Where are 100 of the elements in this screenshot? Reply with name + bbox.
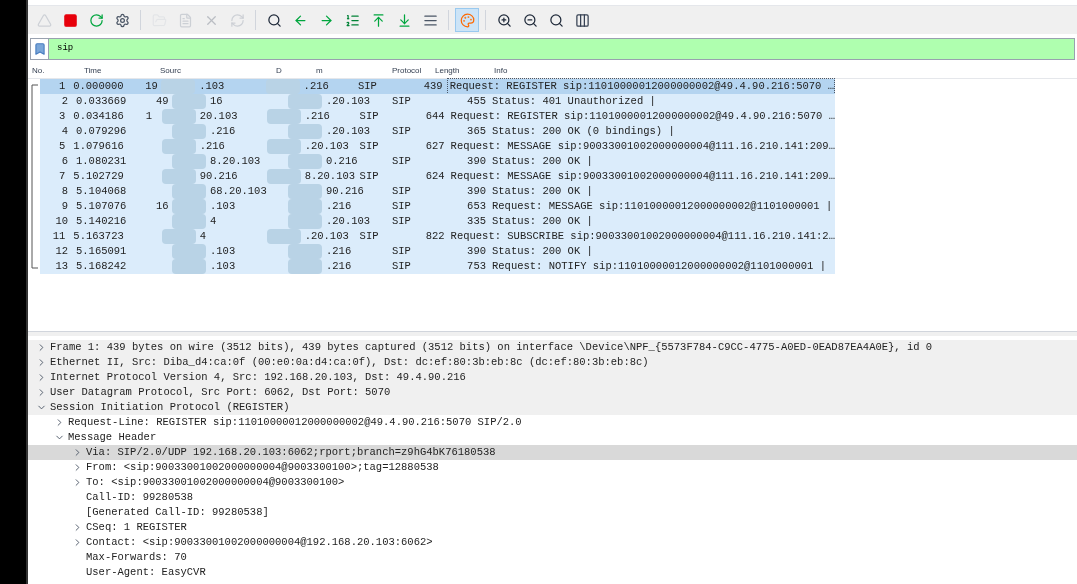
tree-item[interactable]: Session Initiation Protocol (REGISTER)	[28, 400, 1077, 415]
column-header[interactable]: Length	[431, 65, 490, 77]
tree-item-text: Session Initiation Protocol (REGISTER)	[50, 399, 290, 415]
cell-text: 20.103	[198, 108, 238, 124]
cell-text: 13	[54, 258, 69, 274]
cell-text: 4	[209, 213, 217, 229]
cell-text: Request: MESSAGE sip:11010000012000000002@1101000001 |	[491, 198, 833, 214]
tree-item-text: Contact: <sip:90033001002000000004@192.168.20.103:6062>	[86, 534, 433, 550]
packet-row[interactable]: 11 5.163723 4 .20.103 SIP 822 Request: SUBSCRIBE sip:90033001002000000004@111.16.210.141:2…	[40, 229, 835, 244]
cell-text: SIP	[391, 93, 412, 109]
search-icon	[266, 12, 282, 28]
cell-text: 1	[145, 109, 152, 122]
packet-row[interactable]: 9 5.107076 16 .103 .216 SIP 653 Request: MESSAGE sip:11010000012000000002@1101000001 |	[40, 199, 835, 214]
tree-item-text: Max-Forwards: 70	[86, 549, 187, 565]
cell-text: .103	[209, 198, 236, 214]
cell-text: 4	[60, 123, 69, 139]
blur-patch	[266, 229, 301, 244]
cell-text: Status: 200 OK |	[491, 213, 593, 229]
packet-row[interactable]: 3 0.034186 1 20.103 .216 SIP 644 Request: REGISTER sip:11010000012000000002@49.4.90.216:5070 …	[40, 109, 835, 124]
cell-text: 0.079296	[75, 123, 128, 139]
zoom-out-icon	[522, 12, 538, 28]
tree-item[interactable]: Frame 1: 439 bytes on wire (3512 bits), 439 bytes captured (3512 bits) on interface \Device\NPF_{5573F784-C9CC-4775-A0ED-0EAD87EA4A0E}, id 0	[28, 340, 1077, 355]
cell-text: 822	[424, 228, 446, 244]
packet-row[interactable]: 13 5.168242 .103 .216 SIP 753 Request: NOTIFY sip:11010000012000000002@1101000001 |	[40, 259, 835, 274]
column-header[interactable]: Info	[490, 65, 512, 77]
cell-text: Status: 200 OK |	[491, 153, 593, 169]
tree-item[interactable]: Via: SIP/2.0/UDP 192.168.20.103:6062;rport;branch=z9hG4bK76180538	[28, 445, 1077, 460]
blur-patch	[288, 154, 322, 169]
settings-icon	[114, 12, 130, 28]
tree-item[interactable]: CSeq: 1 REGISTER	[28, 520, 1077, 535]
cell-text: SIP	[358, 228, 380, 244]
cell-text: 0.216	[325, 153, 358, 169]
cell-text: 2	[60, 93, 69, 109]
filter-input[interactable]: sip	[49, 42, 1074, 56]
packet-row[interactable]: 4 0.079296 .216 .20.103 SIP 365 Status: 200 OK (0 bindings) |	[40, 124, 835, 139]
packet-row[interactable]: 7 5.102729 90.216 8.20.103 SIP 624 Request: MESSAGE sip:90033001002000000004@111.16.210.141:209…	[40, 169, 835, 184]
tree-item[interactable]: Call-ID: 99280538	[28, 490, 1077, 505]
left-arrow-icon	[292, 12, 308, 28]
cell-text: 455	[466, 93, 487, 109]
tree-item[interactable]: Max-Forwards: 70	[28, 550, 1077, 565]
cell-text: 8.20.103	[303, 168, 356, 184]
cell-text: Status: 401 Unauthorized |	[491, 93, 656, 109]
tree-item[interactable]: Internet Protocol Version 4, Src: 192.168.20.103, Dst: 49.4.90.216	[28, 370, 1077, 385]
column-header[interactable]: D	[272, 65, 312, 77]
column-header[interactable]: m	[312, 65, 327, 77]
tree-item-text: Via: SIP/2.0/UDP 192.168.20.103:6062;rport;branch=z9hG4bK76180538	[86, 444, 496, 460]
packet-row[interactable]: 6 1.080231 8.20.103 0.216 SIP 390 Status: 200 OK |	[40, 154, 835, 169]
cell-text: 390	[466, 183, 487, 199]
cell-text: SIP	[391, 123, 412, 139]
cell-text: 8.20.103	[209, 153, 261, 169]
magnifier-icon	[548, 12, 564, 28]
tree-item[interactable]: Message Header	[28, 430, 1077, 445]
cell-text: 439	[422, 78, 444, 94]
tree-item[interactable]: From: <sip:90033001002000000004@9003300100>;tag=12880538	[28, 460, 1077, 475]
cell-text: SIP	[358, 168, 380, 184]
cell-text: 16	[156, 199, 169, 212]
cell-text: 3	[58, 108, 67, 124]
tree-item-text: Message Header	[68, 429, 157, 445]
cell-text: 11	[51, 228, 67, 244]
cell-text: 5.165091	[75, 243, 128, 259]
blur-patch	[172, 259, 206, 274]
cell-text: .20.103	[325, 93, 371, 109]
cell-text: 10	[54, 213, 69, 229]
column-header[interactable]: Time	[80, 65, 156, 77]
filter-bar[interactable]: sip	[30, 38, 1075, 60]
packet-row[interactable]: 5 1.079616 .216 .20.103 SIP 627 Request: MESSAGE sip:90033001002000000004@111.16.210.141:209…	[40, 139, 835, 154]
tree-item[interactable]: Ethernet II, Src: Diba_d4:ca:0f (00:e0:0a:d4:ca:0f), Dst: dc:ef:80:3b:eb:8c (dc:ef:80:3b:eb:8c)	[28, 355, 1077, 370]
tree-item[interactable]: Contact: <sip:90033001002000000004@192.168.20.103:6062>	[28, 535, 1077, 550]
tree-item[interactable]: To: <sip:90033001002000000004@9003300100>	[28, 475, 1077, 490]
cell-text: .216	[325, 243, 352, 259]
reload-icon	[229, 12, 245, 28]
tree-item[interactable]: User Datagram Protocol, Src Port: 6062, Dst Port: 5070	[28, 385, 1077, 400]
tree-item-text: Internet Protocol Version 4, Src: 192.168.20.103, Dst: 49.4.90.216	[50, 369, 466, 385]
cell-text: 5.163723	[72, 228, 125, 244]
cell-text: SIP	[391, 243, 412, 259]
packet-row[interactable]: 10 5.140216 4 .20.103 SIP 335 Status: 200 OK |	[40, 214, 835, 229]
packet-row[interactable]: 1 0.000000 19 .103 .216 SIP 439 Request: REGISTER sip:11010000012000000002@49.4.90.216:5070 …	[40, 79, 835, 94]
tree-item[interactable]: [Generated Call-ID: 99280538]	[28, 505, 1077, 520]
column-header[interactable]: No.	[28, 65, 80, 77]
tree-item[interactable]: Request-Line: REGISTER sip:11010000012000000002@49.4.90.216:5070 SIP/2.0	[28, 415, 1077, 430]
cell-text: 5	[58, 138, 67, 154]
tree-item[interactable]: User-Agent: EasyCVR	[28, 565, 1077, 580]
cell-text: .20.103	[303, 228, 349, 244]
cell-text: .20.103	[303, 138, 349, 154]
column-header[interactable]: Sourc	[156, 65, 272, 77]
cell-text: .20.103	[325, 213, 371, 229]
packet-row[interactable]: 12 5.165091 .103 .216 SIP 390 Status: 200 OK |	[40, 244, 835, 259]
tree-item-text: Call-ID: 99280538	[86, 489, 194, 505]
packet-row[interactable]: 8 5.104068 68.20.103 90.216 SIP 390 Status: 200 OK |	[40, 184, 835, 199]
cell-text: SIP	[391, 153, 412, 169]
tree-item-text: User-Agent: EasyCVR	[86, 564, 206, 580]
packet-row[interactable]: 2 0.033669 49 16 .20.103 SIP 455 Status: 401 Unauthorized |	[40, 94, 835, 109]
document-icon	[177, 12, 193, 28]
bookmark-icon[interactable]	[32, 42, 47, 56]
blur-patch	[288, 94, 322, 109]
cell-text: 0.000000	[72, 78, 125, 94]
cell-text: .216	[198, 138, 225, 154]
cell-text: 5.102729	[72, 168, 125, 184]
column-header[interactable]: Protocol	[388, 65, 431, 77]
blur-patch	[288, 184, 322, 199]
